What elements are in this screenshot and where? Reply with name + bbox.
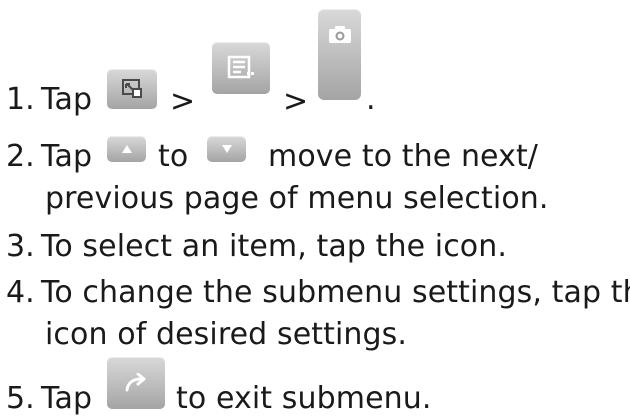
step-1-number: 1.: [6, 82, 35, 117]
step-2-text-line-1: move to the next/: [268, 139, 539, 174]
return-arrow-icon[interactable]: [107, 357, 165, 409]
step-1-tap-text: Tap: [41, 82, 93, 117]
camera-icon[interactable]: [318, 9, 361, 100]
step-5-tap-text: Tap: [41, 381, 93, 416]
arrow-up-icon[interactable]: [107, 136, 146, 162]
menu-list-icon[interactable]: [212, 42, 270, 94]
step-4-number: 4.: [6, 275, 35, 310]
step-2-number: 2.: [6, 139, 35, 174]
step-2-tap-text: Tap: [41, 139, 93, 174]
step-1-separator-1: >: [170, 84, 196, 119]
step-3-number: 3.: [6, 229, 35, 264]
step-5-text: to exit submenu.: [176, 381, 432, 416]
arrow-down-icon[interactable]: [207, 136, 246, 162]
step-1-separator-2: >: [283, 84, 309, 119]
step-5-number: 5.: [6, 381, 35, 416]
step-3-text: To select an item, tap the icon.: [41, 229, 508, 264]
step-2-to-text: to: [158, 139, 189, 174]
step-4-text-line-2: icon of desired settings.: [45, 317, 408, 352]
step-2-text-line-2: previous page of menu selection.: [45, 181, 549, 216]
step-1-end-period: .: [366, 82, 376, 117]
mode-select-icon[interactable]: [107, 69, 157, 109]
step-4-text-line-1: To change the submenu settings, tap the: [41, 275, 630, 310]
